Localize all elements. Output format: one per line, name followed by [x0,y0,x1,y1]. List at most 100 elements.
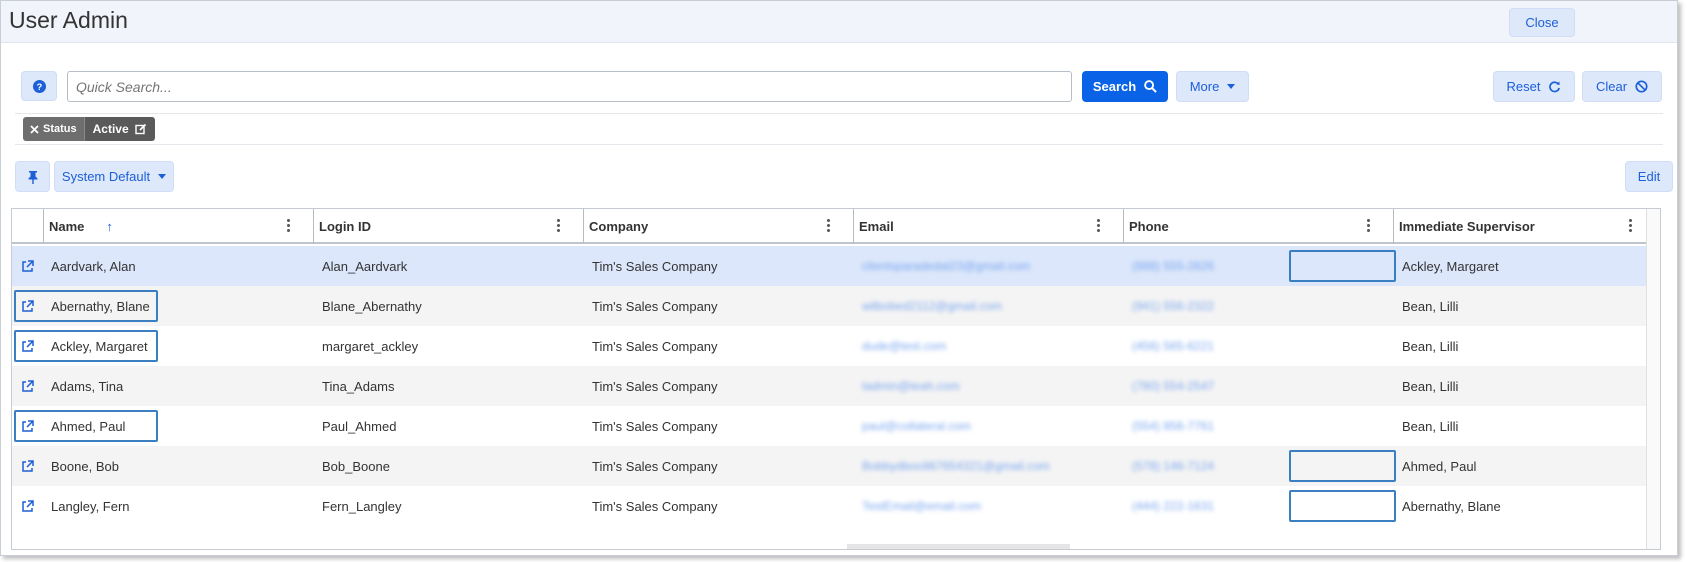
cell-supervisor: Ahmed, Paul [1402,458,1477,474]
edit-button[interactable]: Edit [1625,161,1673,192]
cell-phone[interactable]: (578) 146-7124 [1132,446,1214,486]
cell-company: Tim's Sales Company [592,498,718,514]
table-row[interactable]: Ackley, Margaret margaret_ackley Tim's Sal… [12,326,1660,366]
column-header-login-label: Login ID [319,219,371,234]
column-header-supervisor-label: Immediate Supervisor [1399,219,1535,234]
clear-button-label: Clear [1595,79,1628,94]
edit-icon [134,123,146,135]
remove-status-filter[interactable]: Status [23,117,84,141]
caret-down-icon [1227,84,1236,89]
column-header-phone-label: Phone [1129,219,1169,234]
cell-name: Aardvark, Alan [51,258,136,274]
open-record-icon[interactable] [21,366,34,406]
cell-phone[interactable]: (780) 554-2547 [1132,366,1214,406]
reset-button[interactable]: Reset [1493,71,1575,102]
cell-login: Blane_Abernathy [322,298,422,314]
cell-email[interactable]: tadmin@teah.com [862,366,960,406]
table-row[interactable]: Boone, Bob Bob_Boone Tim's Sales Company Bo… [12,446,1660,486]
open-record-icon[interactable] [21,446,34,486]
column-header-supervisor[interactable]: Immediate Supervisor [1393,209,1647,244]
title-bar: User Admin Close [1,1,1677,43]
layout-dropdown[interactable]: System Default [54,161,174,192]
cell-email[interactable]: wilbobed2112@gmail.com [862,286,1002,326]
close-icon [30,124,39,134]
status-chip-value: Active [92,122,129,136]
open-record-icon[interactable] [21,246,34,286]
pin-button[interactable] [15,161,50,192]
cell-name: Adams, Tina [51,378,124,394]
cell-email[interactable]: dude@test.com [862,326,946,366]
cell-supervisor: Bean, Lilli [1402,378,1459,394]
cell-company: Tim's Sales Company [592,258,718,274]
more-button-label: More [1189,79,1220,94]
window-title: User Admin [9,7,128,33]
cell-company: Tim's Sales Company [592,298,718,314]
table-row[interactable]: Abernathy, Blane Blane_Abernathy Tim's Sal… [12,286,1660,326]
quick-search-input[interactable] [67,71,1072,102]
search-button-label: Search [1092,79,1137,94]
cell-email[interactable]: paul@collateral.com [862,406,971,446]
cell-company: Tim's Sales Company [592,458,718,474]
cell-phone[interactable]: (554) 856-7761 [1132,406,1214,446]
cell-supervisor: Bean, Lilli [1402,298,1459,314]
svg-text:?: ? [36,82,42,92]
cell-email[interactable]: clientsparadedat23@gmail.com [862,246,1030,286]
cell-supervisor: Abernathy, Blane [1402,498,1501,514]
ban-icon [1635,80,1648,93]
caret-down-icon [158,174,167,179]
question-circle-icon: ? [32,79,46,93]
cell-supervisor: Bean, Lilli [1402,418,1459,434]
cell-email[interactable]: TestEmail@email.com [862,486,981,526]
vertical-scrollbar[interactable] [1646,209,1660,549]
cell-phone[interactable]: (444) 222-1631 [1132,486,1214,526]
help-button[interactable]: ? [21,71,57,101]
edit-status-filter[interactable]: Active [83,117,155,141]
column-menu-icon[interactable] [1367,219,1371,232]
pin-icon [28,170,37,184]
column-header-company[interactable]: Company [583,209,853,244]
cell-supervisor: Bean, Lilli [1402,338,1459,354]
search-button[interactable]: Search [1082,71,1168,102]
column-header-login[interactable]: Login ID [313,209,583,244]
column-menu-icon[interactable] [287,219,291,232]
highlight-box [1289,490,1396,522]
cell-login: margaret_ackley [322,338,419,354]
column-header-email[interactable]: Email [853,209,1123,244]
highlight-box [14,410,158,442]
reset-button-label: Reset [1506,79,1541,94]
horizontal-scrollbar[interactable] [847,544,1070,549]
table-row[interactable]: Aardvark, Alan Alan_Aardvark Tim's Sales C… [12,246,1660,286]
table-row[interactable]: Adams, Tina Tina_Adams Tim's Sales Company… [12,366,1660,406]
clear-button[interactable]: Clear [1582,71,1662,102]
cell-login: Fern_Langley [322,498,402,514]
cell-phone[interactable]: (888) 555-2826 [1132,246,1214,286]
close-button-label: Close [1525,15,1559,30]
highlight-box [14,290,158,322]
status-chip-label: Status [43,123,77,135]
cell-company: Tim's Sales Company [592,378,718,394]
column-menu-icon[interactable] [1097,219,1101,232]
column-menu-icon[interactable] [557,219,561,232]
column-menu-icon[interactable] [1629,219,1633,232]
table-row[interactable]: Ahmed, Paul Paul_Ahmed Tim's Sales Company… [12,406,1660,446]
cell-phone[interactable]: (941) 556-2322 [1132,286,1214,326]
column-menu-icon[interactable] [827,219,831,232]
cell-company: Tim's Sales Company [592,418,718,434]
status-filter-chip: Status Active [23,117,155,141]
cell-email[interactable]: Bobbydboo987654321@gmail.com [862,446,1050,486]
more-button[interactable]: More [1176,71,1249,102]
column-header-phone[interactable]: Phone [1123,209,1393,244]
highlight-box [1289,250,1396,282]
cell-name: Boone, Bob [51,458,119,474]
filter-divider [15,144,1663,145]
close-button[interactable]: Close [1509,8,1575,37]
table-row[interactable]: Langley, Fern Fern_Langley Tim's Sales Com… [12,486,1660,526]
refresh-icon [1549,81,1561,93]
edit-button-label: Edit [1637,169,1661,184]
column-header-company-label: Company [589,219,649,234]
cell-login: Tina_Adams [322,378,395,394]
column-header-name[interactable]: Name ↑ [43,209,313,244]
open-record-icon[interactable] [21,486,34,526]
cell-phone[interactable]: (456) 565-6221 [1132,326,1214,366]
grid-header: Name ↑ Login ID Company Email Phone Imme… [12,209,1660,244]
